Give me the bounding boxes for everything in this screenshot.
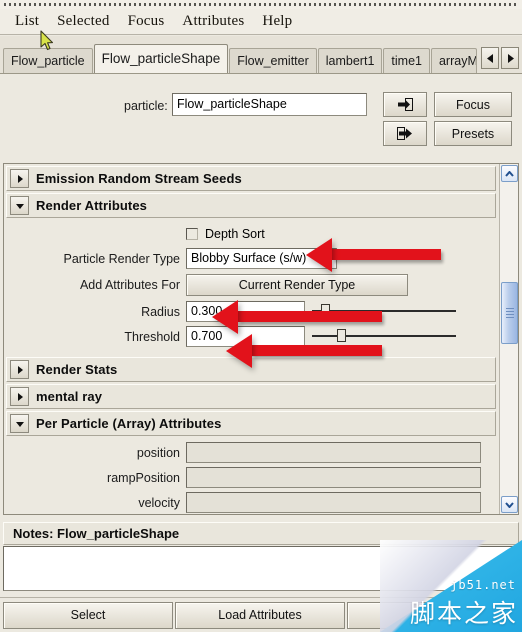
menu-item-list[interactable]: List (6, 12, 48, 31)
radius-input[interactable]: 0.300 (186, 301, 305, 322)
chevron-right-icon[interactable] (10, 387, 29, 406)
attribute-scroll-panel: Emission Random Stream Seeds Render Attr… (3, 163, 519, 515)
tab-flow-emitter[interactable]: Flow_emitter (229, 48, 317, 73)
particle-render-type-label: Particle Render Type (63, 251, 181, 266)
slider-track (312, 309, 456, 312)
rampposition-input[interactable] (186, 467, 481, 488)
arrow-out-of-box-icon-button[interactable] (383, 121, 427, 146)
tab-time1[interactable]: time1 (383, 48, 430, 73)
bottom-button-bar: Select Load Attributes (0, 597, 522, 632)
copy-tab-button[interactable] (347, 601, 517, 629)
velocity-input[interactable] (186, 492, 481, 513)
section-title: Emission Random Stream Seeds (36, 171, 242, 186)
section-render-stats[interactable]: Render Stats (6, 357, 496, 382)
radius-label: Radius (141, 304, 180, 319)
rampposition-label: rampPosition (107, 470, 180, 485)
next-tab-arrow-icon[interactable] (501, 47, 519, 69)
grip-dots-icon (4, 3, 518, 6)
row-position: position (4, 440, 498, 465)
current-render-type-button[interactable]: Current Render Type (186, 274, 408, 296)
tab-flow-particleshape[interactable]: Flow_particleShape (93, 44, 229, 73)
node-type-label: particle: (124, 99, 168, 113)
threshold-slider[interactable] (312, 327, 456, 347)
velocity-label: velocity (138, 495, 180, 510)
load-attributes-button[interactable]: Load Attributes (175, 601, 345, 629)
section-mental-ray[interactable]: mental ray (6, 384, 496, 409)
chevron-up-icon[interactable] (501, 165, 518, 182)
menu-item-focus[interactable]: Focus (119, 12, 174, 31)
attribute-list: Emission Random Stream Seeds Render Attr… (4, 164, 498, 514)
row-rampposition: rampPosition (4, 465, 498, 490)
section-emission-random-stream-seeds[interactable]: Emission Random Stream Seeds (6, 166, 496, 191)
menu-item-attributes[interactable]: Attributes (173, 12, 253, 31)
section-title: Render Attributes (36, 198, 148, 213)
add-attributes-for-label: Add Attributes For (79, 278, 180, 292)
section-title: Render Stats (36, 362, 118, 377)
select-button[interactable]: Select (3, 601, 173, 629)
depth-sort-label: Depth Sort (205, 226, 265, 241)
prev-tab-arrow-icon[interactable] (481, 47, 499, 69)
row-depth-sort: Depth Sort (4, 221, 498, 246)
section-render-attributes[interactable]: Render Attributes (6, 193, 496, 218)
tab-lambert1[interactable]: lambert1 (317, 48, 383, 73)
threshold-input[interactable]: 0.700 (186, 326, 305, 347)
attribute-editor-window: List Selected Focus Attributes Help Flow… (0, 0, 522, 632)
slider-track (312, 334, 456, 337)
row-add-attributes-for: Add Attributes For Current Render Type (4, 271, 498, 299)
scroll-thumb[interactable] (501, 282, 518, 344)
menu-bar: List Selected Focus Attributes Help (0, 9, 522, 35)
presets-button[interactable]: Presets (434, 121, 512, 146)
node-name-input[interactable]: Flow_particleShape (172, 93, 367, 116)
tab-strip: Flow_particle Flow_particleShape Flow_em… (0, 36, 522, 74)
position-input[interactable] (186, 442, 481, 463)
notes-header: Notes: Flow_particleShape (3, 522, 519, 545)
row-threshold: Threshold 0.700 (4, 324, 498, 349)
position-label: position (136, 445, 180, 460)
slider-handle[interactable] (321, 303, 330, 317)
particle-render-type-dropdown[interactable]: Blobby Surface (s/w) (186, 248, 337, 269)
tab-list: Flow_particle Flow_particleShape Flow_em… (3, 44, 478, 73)
arrow-into-box-icon (398, 98, 413, 111)
chevron-right-icon[interactable] (10, 360, 29, 379)
chevron-down-icon[interactable] (10, 196, 29, 215)
focus-button[interactable]: Focus (434, 92, 512, 117)
row-radius: Radius 0.300 (4, 299, 498, 324)
thumb-grip-icon (506, 308, 514, 318)
tab-nav (481, 47, 519, 69)
arrow-into-box-icon-button[interactable] (383, 92, 427, 117)
row-particle-render-type: Particle Render Type Blobby Surface (s/w… (4, 246, 498, 271)
vertical-scrollbar[interactable] (499, 164, 518, 514)
threshold-label: Threshold (124, 329, 180, 344)
notes-textarea[interactable] (3, 546, 519, 591)
arrow-out-of-box-icon (397, 127, 412, 140)
node-name-row: particle: Flow_particleShape Focus Prese… (0, 75, 522, 147)
section-title: mental ray (36, 389, 103, 404)
depth-sort-checkbox[interactable] (186, 227, 198, 240)
chevron-right-icon[interactable] (10, 169, 29, 188)
section-per-particle-array-attributes[interactable]: Per Particle (Array) Attributes (6, 411, 496, 436)
section-title: Per Particle (Array) Attributes (36, 416, 222, 431)
menu-item-help[interactable]: Help (253, 12, 301, 31)
tab-flow-particle[interactable]: Flow_particle (3, 48, 93, 73)
slider-handle[interactable] (337, 328, 346, 342)
menu-item-selected[interactable]: Selected (48, 12, 118, 31)
chevron-down-icon[interactable] (10, 414, 29, 433)
radius-slider[interactable] (312, 302, 456, 322)
row-velocity: velocity (4, 490, 498, 514)
tab-arraymapper[interactable]: arrayMa (430, 48, 477, 73)
chevron-down-icon[interactable] (501, 496, 518, 513)
